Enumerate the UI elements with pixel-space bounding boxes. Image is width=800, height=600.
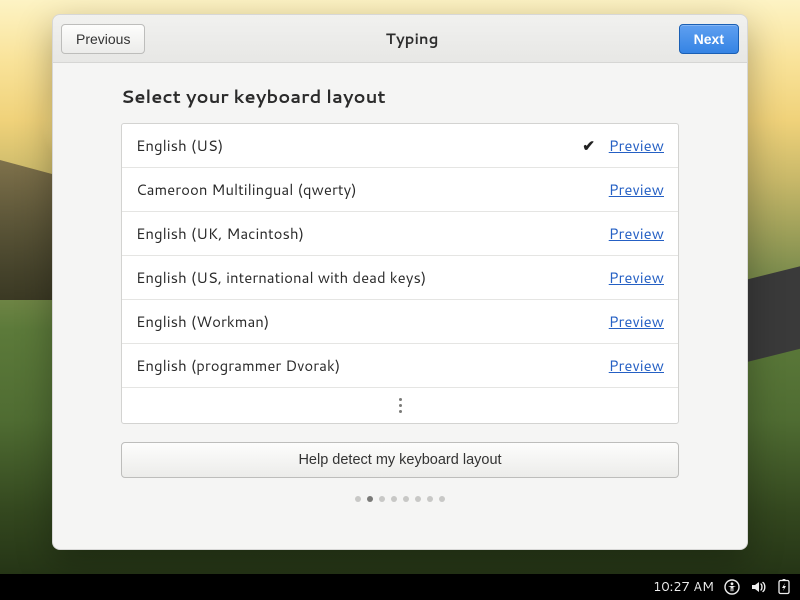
pager-dot [415,496,421,502]
layout-name: English (US, international with dead key… [136,267,569,288]
preview-link[interactable]: Preview [609,223,664,244]
header-bar: Previous Typing Next [53,15,747,63]
taskbar: 10:27 AM [0,574,800,600]
layout-name: English (US) [136,135,569,156]
preview-link[interactable]: Preview [609,179,664,200]
clock: 10:27 AM [653,578,714,596]
setup-dialog: Previous Typing Next Select your keyboar… [52,14,748,550]
keyboard-layout-row[interactable]: English (programmer Dvorak) Preview [122,344,678,388]
more-icon [399,398,402,413]
pager-dot [367,496,373,502]
pager-dot [427,496,433,502]
page-heading: Select your keyboard layout [121,83,679,109]
check-icon: ✔ [581,135,597,156]
layout-name: Cameroon Multilingual (qwerty) [136,179,569,200]
pager-dot [403,496,409,502]
keyboard-layout-row[interactable]: English (US, international with dead key… [122,256,678,300]
pager-dot [355,496,361,502]
next-button[interactable]: Next [679,24,739,54]
pager-dot [391,496,397,502]
layout-name: English (UK, Macintosh) [136,223,569,244]
preview-link[interactable]: Preview [609,135,664,156]
battery-icon[interactable] [776,579,792,595]
pager-dot [439,496,445,502]
show-more-button[interactable] [122,388,678,423]
pager-dot [379,496,385,502]
preview-link[interactable]: Preview [609,355,664,376]
dialog-title: Typing [386,28,439,49]
preview-link[interactable]: Preview [609,311,664,332]
accessibility-icon[interactable] [724,579,740,595]
volume-icon[interactable] [750,579,766,595]
keyboard-layout-row[interactable]: Cameroon Multilingual (qwerty) Preview [122,168,678,212]
previous-button[interactable]: Previous [61,24,145,54]
keyboard-layout-row[interactable]: English (US) ✔ Preview [122,124,678,168]
preview-link[interactable]: Preview [609,267,664,288]
layout-name: English (programmer Dvorak) [136,355,569,376]
keyboard-layout-row[interactable]: English (UK, Macintosh) Preview [122,212,678,256]
detect-keyboard-button[interactable]: Help detect my keyboard layout [121,442,679,478]
keyboard-layout-row[interactable]: English (Workman) Preview [122,300,678,344]
keyboard-layout-list: English (US) ✔ Preview Cameroon Multilin… [121,123,679,424]
page-indicator [121,496,679,502]
layout-name: English (Workman) [136,311,569,332]
